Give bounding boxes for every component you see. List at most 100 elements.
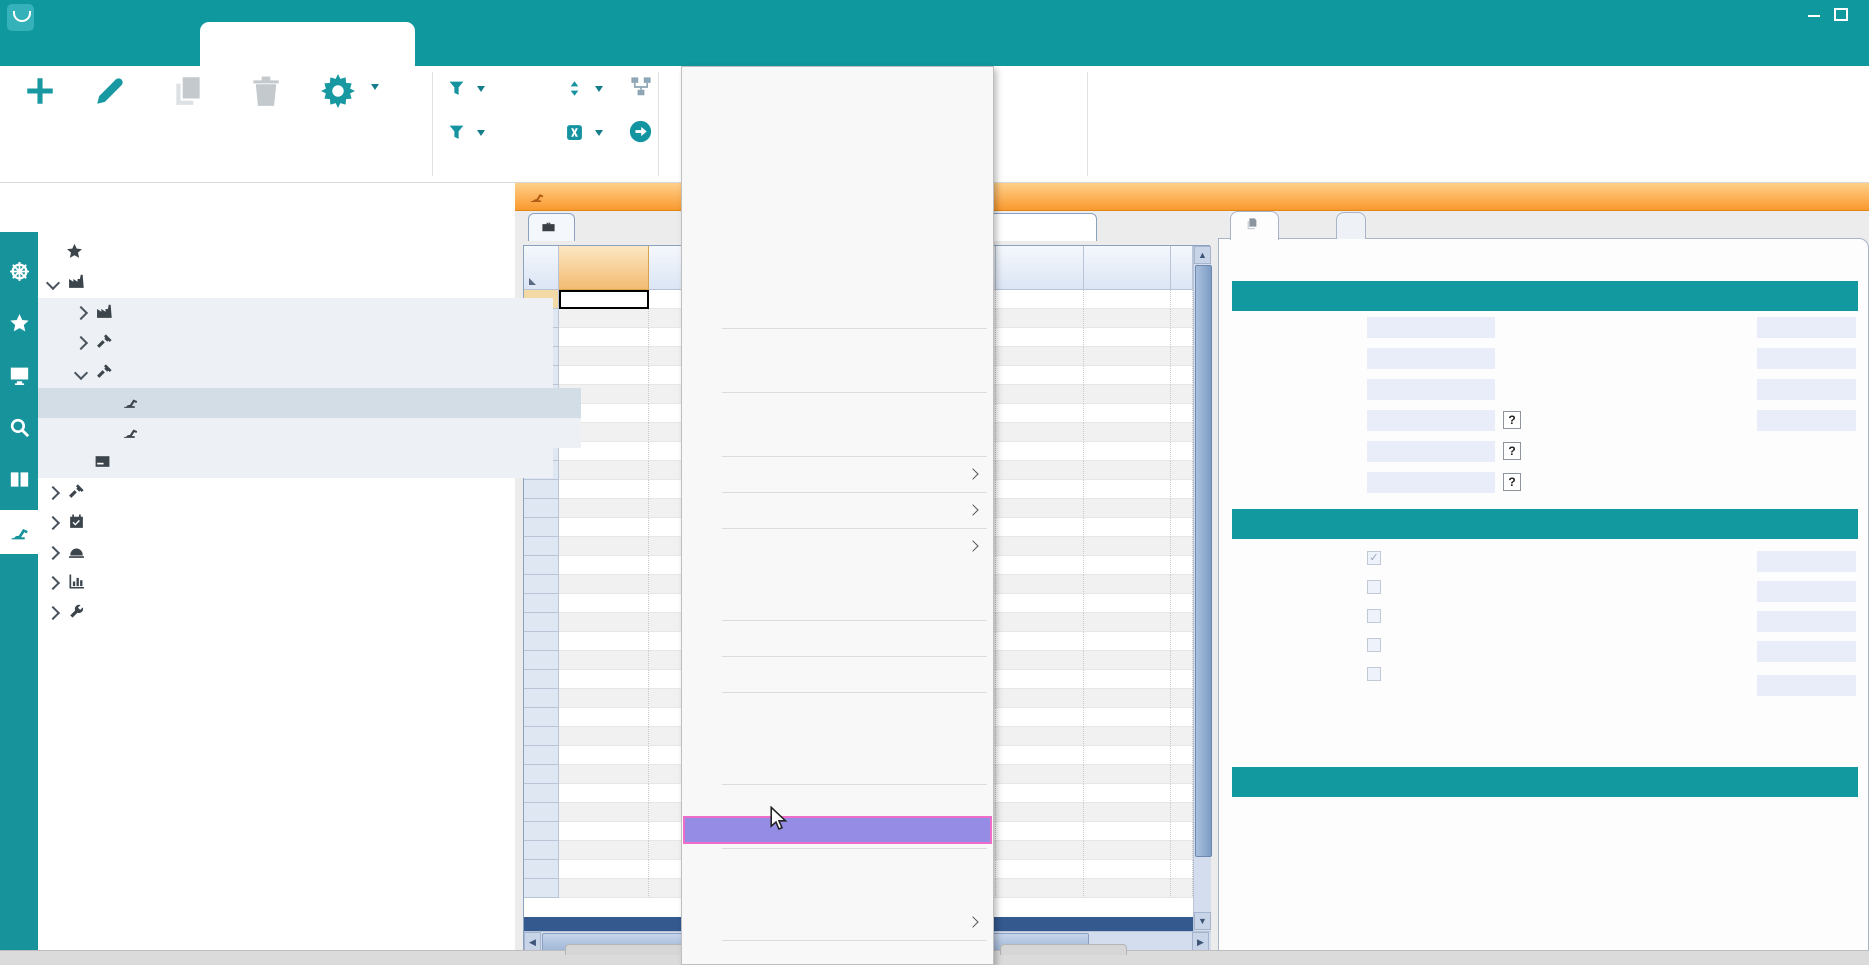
cell-date-reel-debut[interactable] (996, 594, 1084, 613)
creation-button[interactable] (2, 70, 78, 116)
dropdown-arrow-icon[interactable] (477, 130, 485, 140)
cell-date-reel-fin[interactable] (1084, 328, 1171, 347)
cell-partial[interactable] (1171, 765, 1193, 784)
cell-partial[interactable] (1171, 784, 1193, 803)
help-button[interactable]: ? (1503, 411, 1521, 429)
menu-item-historique-messages-entite[interactable] (682, 268, 993, 296)
column-header-partial[interactable] (1171, 246, 1193, 290)
row-selector[interactable] (524, 670, 559, 689)
chevron-down-icon[interactable] (74, 366, 88, 380)
tab-qui-quand[interactable] (1336, 212, 1366, 239)
cell-date-reel-debut[interactable] (996, 556, 1084, 575)
row-selector[interactable] (524, 784, 559, 803)
cell-partial[interactable] (1171, 442, 1193, 461)
checkbox-checked[interactable]: ✓ (1367, 551, 1381, 565)
cell-date-reel-fin[interactable] (1084, 575, 1171, 594)
cell-date-reel-fin[interactable] (1084, 708, 1171, 727)
chevron-right-icon[interactable] (74, 336, 88, 350)
menu-item-declaration-de-fabrication[interactable] (682, 532, 993, 560)
cell-partial[interactable] (1171, 879, 1193, 898)
cell-date-reel-fin[interactable] (1084, 879, 1171, 898)
cell-date-reel-fin[interactable] (1084, 613, 1171, 632)
cell-date-reel-fin[interactable] (1084, 727, 1171, 746)
cell-partial[interactable] (1171, 803, 1193, 822)
rail-search-icon[interactable] (0, 406, 38, 450)
row-selector[interactable] (524, 860, 559, 879)
cell-numero-serie[interactable] (559, 556, 649, 575)
cell-date-reel-debut[interactable] (996, 879, 1084, 898)
cell-numero-serie[interactable] (559, 708, 649, 727)
cell-date-reel-fin[interactable] (1084, 841, 1171, 860)
rail-star-icon[interactable] (0, 302, 38, 346)
help-button[interactable]: ? (1503, 442, 1521, 460)
chevron-down-icon[interactable] (46, 276, 60, 290)
cell-date-reel-fin[interactable] (1084, 803, 1171, 822)
cell-date-reel-debut[interactable] (996, 442, 1084, 461)
cell-date-reel-debut[interactable] (996, 765, 1084, 784)
cell-date-reel-debut[interactable] (996, 613, 1084, 632)
cell-partial[interactable] (1171, 708, 1193, 727)
menu-item-consultation-inf-techniques[interactable] (682, 184, 993, 212)
checkbox[interactable] (1367, 667, 1381, 681)
row-selector[interactable] (524, 613, 559, 632)
cell-partial[interactable] (1171, 347, 1193, 366)
menu-item-informations-suivies[interactable] (682, 624, 993, 652)
menu-item-documents-ged[interactable] (682, 424, 993, 452)
cell-numero-serie[interactable] (559, 594, 649, 613)
cell-numero-serie[interactable] (559, 765, 649, 784)
cell-partial[interactable] (1171, 575, 1193, 594)
cell-partial[interactable] (1171, 366, 1193, 385)
menu-item-caract-file-d-attente[interactable] (682, 752, 993, 780)
sidebar-item-demandes-de-fabrication[interactable] (38, 448, 553, 478)
cell-date-reel-debut[interactable] (996, 385, 1084, 404)
mdi-window-tab[interactable] (529, 186, 551, 208)
menu-item-solde-f6[interactable] (682, 788, 993, 816)
row-selector[interactable] (524, 518, 559, 537)
scroll-right-button[interactable]: ▶ (1192, 932, 1209, 951)
menu-item-declaration-co-produits[interactable] (682, 660, 993, 688)
cell-date-reel-fin[interactable] (1084, 290, 1171, 309)
cell-date-reel-fin[interactable] (1084, 309, 1171, 328)
cell-partial[interactable] (1171, 670, 1193, 689)
cell-date-reel-fin[interactable] (1084, 366, 1171, 385)
chevron-right-icon[interactable] (74, 306, 88, 320)
cell-numero-serie[interactable] (559, 575, 649, 594)
field-value[interactable] (1757, 410, 1856, 431)
cell-numero-serie[interactable] (559, 841, 649, 860)
column-header-date-reel-fin[interactable] (1084, 246, 1171, 290)
field-value[interactable] (1757, 611, 1856, 632)
cell-numero-serie[interactable] (559, 727, 649, 746)
cell-date-reel-debut[interactable] (996, 860, 1084, 879)
cell-partial[interactable] (1171, 290, 1193, 309)
cell-partial[interactable] (1171, 423, 1193, 442)
checkbox[interactable] (1367, 580, 1381, 594)
menu-item-detail-f8[interactable] (682, 156, 993, 184)
vertical-scroll-thumb[interactable] (1195, 265, 1212, 857)
cell-numero-serie[interactable] (559, 822, 649, 841)
cell-numero-serie[interactable] (559, 879, 649, 898)
sidebar-item-series[interactable] (38, 328, 553, 358)
cell-date-reel-debut[interactable] (996, 708, 1084, 727)
cell-numero-serie[interactable] (559, 347, 649, 366)
field-value[interactable] (1757, 675, 1856, 696)
cell-date-reel-fin[interactable] (1084, 518, 1171, 537)
field-value[interactable] (1367, 410, 1495, 431)
dropdown-arrow-icon[interactable] (477, 86, 485, 96)
chevron-right-icon[interactable] (46, 516, 60, 530)
tab-gestion-commerciale[interactable] (528, 213, 575, 241)
row-selector[interactable] (524, 822, 559, 841)
cell-date-reel-debut[interactable] (996, 651, 1084, 670)
cell-date-reel-fin[interactable] (1084, 461, 1171, 480)
cell-date-reel-fin[interactable] (1084, 347, 1171, 366)
vertical-scrollbar[interactable]: ▲ ▼ (1193, 246, 1211, 931)
cell-partial[interactable] (1171, 385, 1193, 404)
cell-partial[interactable] (1171, 651, 1193, 670)
cell-date-reel-fin[interactable] (1084, 765, 1171, 784)
cell-partial[interactable] (1171, 841, 1193, 860)
go-circle-arrow-icon[interactable] (629, 120, 652, 148)
cell-date-reel-debut[interactable] (996, 537, 1084, 556)
cell-partial[interactable] (1171, 632, 1193, 651)
menu-item-joindre-un-document[interactable] (682, 396, 993, 424)
cell-date-reel-debut[interactable] (996, 309, 1084, 328)
cell-date-reel-fin[interactable] (1084, 423, 1171, 442)
